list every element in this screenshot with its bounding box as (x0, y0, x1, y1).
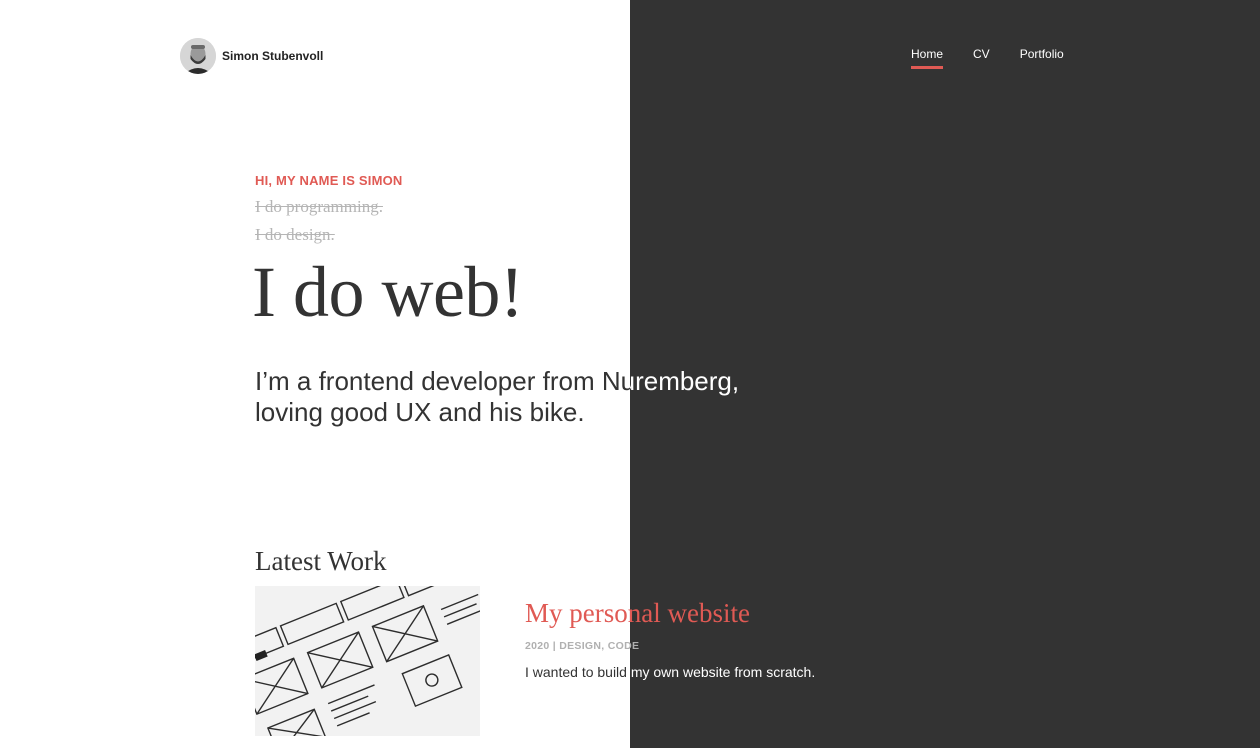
work-meta: 2020 | DESIGN, CODE (525, 640, 640, 652)
page: Simon Stubenvoll Home CV Portfolio HI, M… (0, 0, 1260, 748)
